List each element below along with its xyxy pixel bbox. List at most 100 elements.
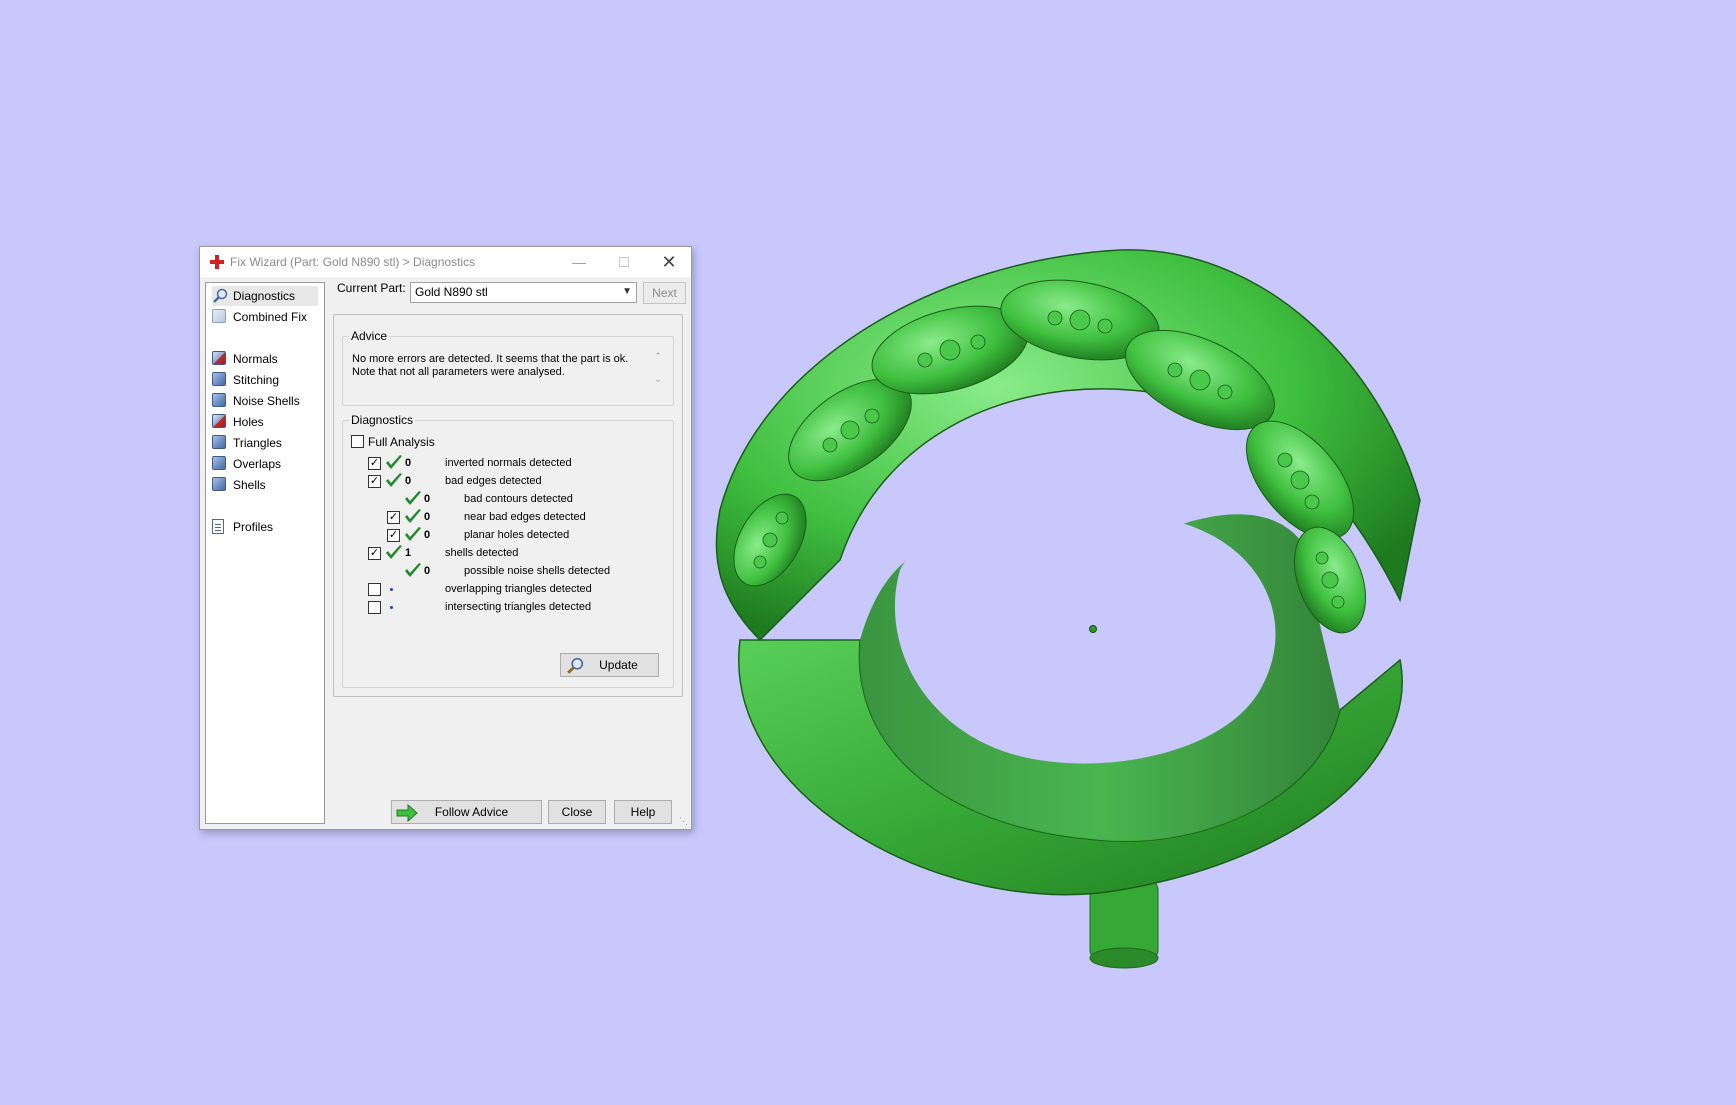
minimize-button[interactable]: — <box>557 247 601 277</box>
combined-fix-icon <box>212 309 228 325</box>
window-title: Fix Wizard (Part: Gold N890 stl) > Diagn… <box>230 255 476 269</box>
nav-item-normals[interactable]: Normals <box>212 349 278 369</box>
close-button-label: Close <box>561 805 593 819</box>
diagnostic-row-checkbox[interactable] <box>368 601 381 614</box>
triangles-icon <box>212 435 228 451</box>
close-button[interactable]: Close <box>548 800 606 824</box>
arrow-right-icon <box>396 803 418 823</box>
minimize-icon: — <box>572 254 586 270</box>
nav-item-holes[interactable]: Holes <box>212 412 264 432</box>
current-part-label: Current Part: <box>337 281 406 295</box>
full-analysis-label: Full Analysis <box>368 435 435 449</box>
advice-group: Advice No more errors are detected. It s… <box>342 329 674 406</box>
magnifier-icon <box>567 657 584 674</box>
diagnostic-row-checkbox[interactable]: ✓ <box>387 511 400 524</box>
diagnostic-row-label: bad edges detected <box>445 475 542 487</box>
advice-title: Advice <box>349 329 390 343</box>
close-icon: ✕ <box>661 251 677 272</box>
nav-item-noise-shells[interactable]: Noise Shells <box>212 391 300 411</box>
diagnostic-row-count: 0 <box>424 493 431 505</box>
nav-item-overlaps[interactable]: Overlaps <box>212 454 281 474</box>
diagnostics-group: Diagnostics Full Analysis ✓ 0 inverted nor… <box>342 413 674 688</box>
diagnostic-row-checkbox[interactable] <box>368 583 381 596</box>
diagnostic-row-checkbox[interactable]: ✓ <box>368 475 381 488</box>
diagnostic-row-label: possible noise shells detected <box>464 565 611 577</box>
next-button-label: Next <box>652 286 677 300</box>
update-button[interactable]: Update <box>560 653 659 677</box>
nav-item-profiles[interactable]: Profiles <box>212 517 273 537</box>
maximize-icon <box>619 257 629 267</box>
help-button-label: Help <box>630 805 656 819</box>
3d-viewport-ring-model[interactable] <box>700 240 1480 980</box>
scroll-up-icon: ⌃ <box>654 351 662 361</box>
nav-item-label: Combined Fix <box>233 310 308 324</box>
diagnostic-row-count: 0 <box>424 565 431 577</box>
next-button[interactable]: Next <box>643 282 686 304</box>
diagnostic-row-label: overlapping triangles detected <box>445 583 592 595</box>
nav-divider <box>212 334 318 335</box>
diagnostics-panel: Advice No more errors are detected. It s… <box>333 314 683 697</box>
green-check-icon <box>386 473 402 487</box>
resize-grip-icon[interactable]: ⋱ <box>679 817 689 827</box>
diagnostics-title: Diagnostics <box>349 413 416 427</box>
diagnostic-row-count: 1 <box>405 547 412 559</box>
stitching-icon <box>212 372 228 388</box>
maximize-button[interactable] <box>602 247 646 277</box>
green-check-icon <box>405 509 421 523</box>
diagnostic-row-count: 0 <box>405 475 412 487</box>
nav-item-label: Profiles <box>233 520 274 534</box>
follow-advice-label: Follow Advice <box>434 805 509 819</box>
diagnostic-row-label: bad contours detected <box>464 493 573 505</box>
diagnostic-row-label: inverted normals detected <box>445 457 572 469</box>
profiles-icon <box>212 519 228 535</box>
holes-icon <box>212 414 228 430</box>
diagnostic-row-label: near bad edges detected <box>464 511 586 523</box>
diagnostic-row-checkbox[interactable]: ✓ <box>368 547 381 560</box>
nav-item-shells[interactable]: Shells <box>212 475 266 495</box>
shells-icon <box>212 477 228 493</box>
nav-item-stitching[interactable]: Stitching <box>212 370 279 390</box>
status-dot-icon <box>390 606 393 609</box>
green-check-icon <box>405 527 421 541</box>
nav-item-label: Shells <box>233 478 266 492</box>
full-analysis-checkbox[interactable] <box>351 435 364 448</box>
nav-item-combined-fix[interactable]: Combined Fix <box>212 307 307 327</box>
nav-item-label: Normals <box>233 352 278 366</box>
green-check-icon <box>386 455 402 469</box>
fix-wizard-window: Fix Wizard (Part: Gold N890 stl) > Diagn… <box>199 246 692 830</box>
advice-line-2: Note that not all parameters were analys… <box>352 366 565 378</box>
green-check-icon <box>405 491 421 505</box>
close-window-button[interactable]: ✕ <box>647 247 691 277</box>
diagnostic-row-label: intersecting triangles detected <box>445 601 592 613</box>
rotation-center-marker <box>1089 625 1097 633</box>
follow-advice-button[interactable]: Follow Advice <box>391 800 542 824</box>
advice-scrollbar[interactable]: ⌃ ⌄ <box>651 351 665 397</box>
nav-item-label: Stitching <box>233 373 280 387</box>
diagnostic-row-checkbox[interactable]: ✓ <box>368 457 381 470</box>
nav-item-diagnostics[interactable]: Diagnostics <box>212 286 318 306</box>
nav-item-label: Diagnostics <box>233 289 296 303</box>
nav-item-label: Triangles <box>233 436 282 450</box>
diagnostic-row-checkbox[interactable]: ✓ <box>387 529 400 542</box>
diagnostic-row-count: 0 <box>424 529 431 541</box>
advice-line-1: No more errors are detected. It seems th… <box>352 353 629 365</box>
current-part-value: Gold N890 stl <box>415 285 488 299</box>
status-dot-icon <box>390 588 393 591</box>
scroll-down-icon: ⌄ <box>654 374 662 384</box>
green-check-icon <box>405 563 421 577</box>
noise-shells-icon <box>212 393 228 409</box>
diagnostic-row-count: 0 <box>405 457 412 469</box>
chevron-down-icon: ▼ <box>622 286 632 297</box>
diagnostic-row-label: shells detected <box>445 547 519 559</box>
fix-wizard-app-icon <box>210 255 224 269</box>
help-button[interactable]: Help <box>614 800 672 824</box>
update-button-label: Update <box>599 658 638 672</box>
advice-text: No more errors are detected. It seems th… <box>352 353 632 379</box>
overlaps-icon <box>212 456 228 472</box>
title-bar[interactable]: Fix Wizard (Part: Gold N890 stl) > Diagn… <box>200 247 691 277</box>
nav-item-triangles[interactable]: Triangles <box>212 433 282 453</box>
nav-divider <box>212 502 318 503</box>
green-check-icon <box>386 545 402 559</box>
nav-item-label: Overlaps <box>233 457 282 471</box>
current-part-select[interactable]: Gold N890 stl ▼ <box>410 282 637 303</box>
